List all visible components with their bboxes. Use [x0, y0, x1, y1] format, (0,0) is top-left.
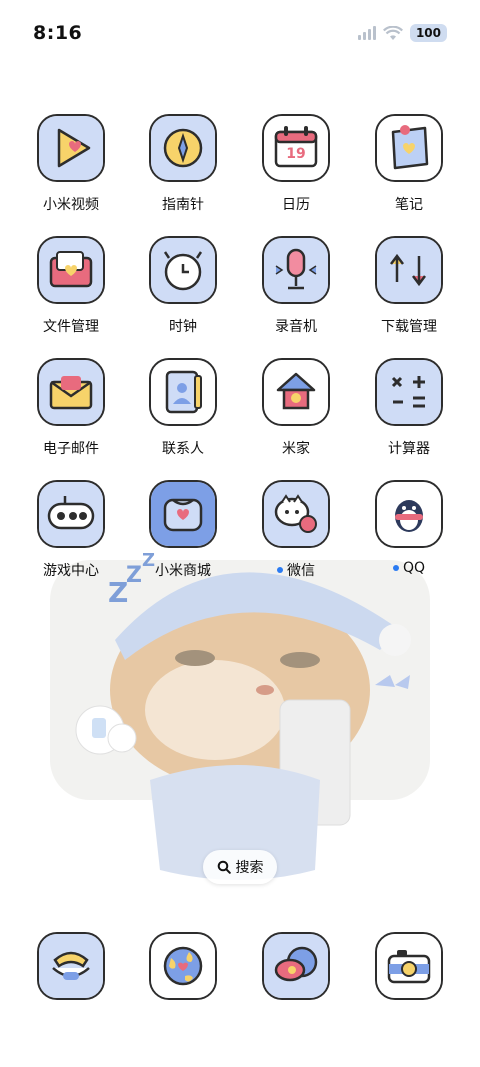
wifi-icon	[382, 25, 403, 40]
new-notification-dot	[277, 567, 283, 573]
app-label-text: 文件管理	[43, 319, 99, 335]
qq-penguin-icon	[375, 480, 443, 548]
mail-icon	[37, 358, 105, 426]
app-label-text: 指南针	[162, 197, 204, 213]
app-home[interactable]: 米家	[240, 358, 352, 458]
app-label: 游戏中心	[15, 560, 127, 580]
app-label: 笔记	[353, 194, 465, 214]
battery-indicator: 100	[409, 24, 447, 42]
app-label-text: 米家	[282, 441, 310, 457]
app-label-text: 时钟	[169, 319, 197, 335]
gamepad-icon	[37, 480, 105, 548]
calendar-icon: 19	[262, 114, 330, 182]
app-label: 计算器	[353, 438, 465, 458]
app-label-text: 日历	[282, 197, 310, 213]
app-label: 下载管理	[353, 316, 465, 336]
app-calculator[interactable]: 计算器	[353, 358, 465, 458]
app-label: 小米视频	[15, 194, 127, 214]
status-time: 8:16	[33, 22, 83, 44]
app-label-text: 计算器	[388, 441, 430, 457]
app-clock[interactable]: 时钟	[127, 236, 239, 336]
app-label: 文件管理	[15, 316, 127, 336]
calendar-day: 19	[286, 146, 306, 162]
microphone-icon	[262, 236, 330, 304]
dock-messages[interactable]	[240, 932, 352, 1000]
app-label-text: QQ	[402, 560, 426, 576]
app-label-text: 游戏中心	[43, 563, 99, 579]
phone-icon	[37, 932, 105, 1000]
status-bar: 8:16 100	[0, 0, 480, 68]
dock-phone[interactable]	[15, 932, 127, 1000]
clock-icon	[149, 236, 217, 304]
compass-icon	[149, 114, 217, 182]
app-label: 电子邮件	[15, 438, 127, 458]
home-icon	[262, 358, 330, 426]
app-label-text: 小米商城	[155, 563, 211, 579]
app-qq-penguin[interactable]: QQ	[353, 480, 465, 576]
app-label: 米家	[240, 438, 352, 458]
app-mail[interactable]: 电子邮件	[15, 358, 127, 458]
app-label-text: 联系人	[162, 441, 204, 457]
search-button[interactable]: 搜索	[203, 850, 277, 884]
app-label: 微信	[240, 560, 352, 580]
browser-globe-icon	[149, 932, 217, 1000]
app-label-text: 电子邮件	[43, 441, 99, 457]
search-icon	[217, 860, 231, 874]
app-microphone[interactable]: 录音机	[240, 236, 352, 336]
app-label: 联系人	[127, 438, 239, 458]
app-notes[interactable]: 笔记	[353, 114, 465, 214]
notes-icon	[375, 114, 443, 182]
app-contacts[interactable]: 联系人	[127, 358, 239, 458]
folder-icon	[37, 236, 105, 304]
dock-camera[interactable]	[353, 932, 465, 1000]
calculator-icon	[375, 358, 443, 426]
app-label: 时钟	[127, 316, 239, 336]
app-video-play[interactable]: 小米视频	[15, 114, 127, 214]
app-label: QQ	[353, 560, 465, 576]
app-label-text: 笔记	[395, 197, 423, 213]
signal-icon	[357, 26, 376, 40]
new-notification-dot	[392, 565, 399, 571]
dock-browser-globe[interactable]	[127, 932, 239, 1000]
app-label-text: 录音机	[275, 319, 317, 335]
app-label: 录音机	[240, 316, 352, 336]
contacts-icon	[149, 358, 217, 426]
app-label-text: 微信	[287, 563, 315, 579]
app-shopping-bag[interactable]: 小米商城	[127, 480, 239, 580]
app-label-text: 小米视频	[43, 197, 99, 213]
app-label: 小米商城	[127, 560, 239, 580]
app-gamepad[interactable]: 游戏中心	[15, 480, 127, 580]
video-play-icon	[37, 114, 105, 182]
messages-icon	[262, 932, 330, 1000]
camera-icon	[375, 932, 443, 1000]
search-label: 搜索	[235, 860, 264, 876]
app-calendar[interactable]: 19 日历	[240, 114, 352, 214]
wechat-icon	[262, 480, 330, 548]
app-label: 指南针	[127, 194, 239, 214]
app-label-text: 下载管理	[381, 319, 437, 335]
app-label: 日历	[240, 194, 352, 214]
shopping-bag-icon	[149, 480, 217, 548]
app-download[interactable]: 下载管理	[353, 236, 465, 336]
download-icon	[375, 236, 443, 304]
status-indicators: 100	[357, 24, 447, 42]
app-wechat[interactable]: 微信	[240, 480, 352, 580]
app-folder[interactable]: 文件管理	[15, 236, 127, 336]
app-compass[interactable]: 指南针	[127, 114, 239, 214]
